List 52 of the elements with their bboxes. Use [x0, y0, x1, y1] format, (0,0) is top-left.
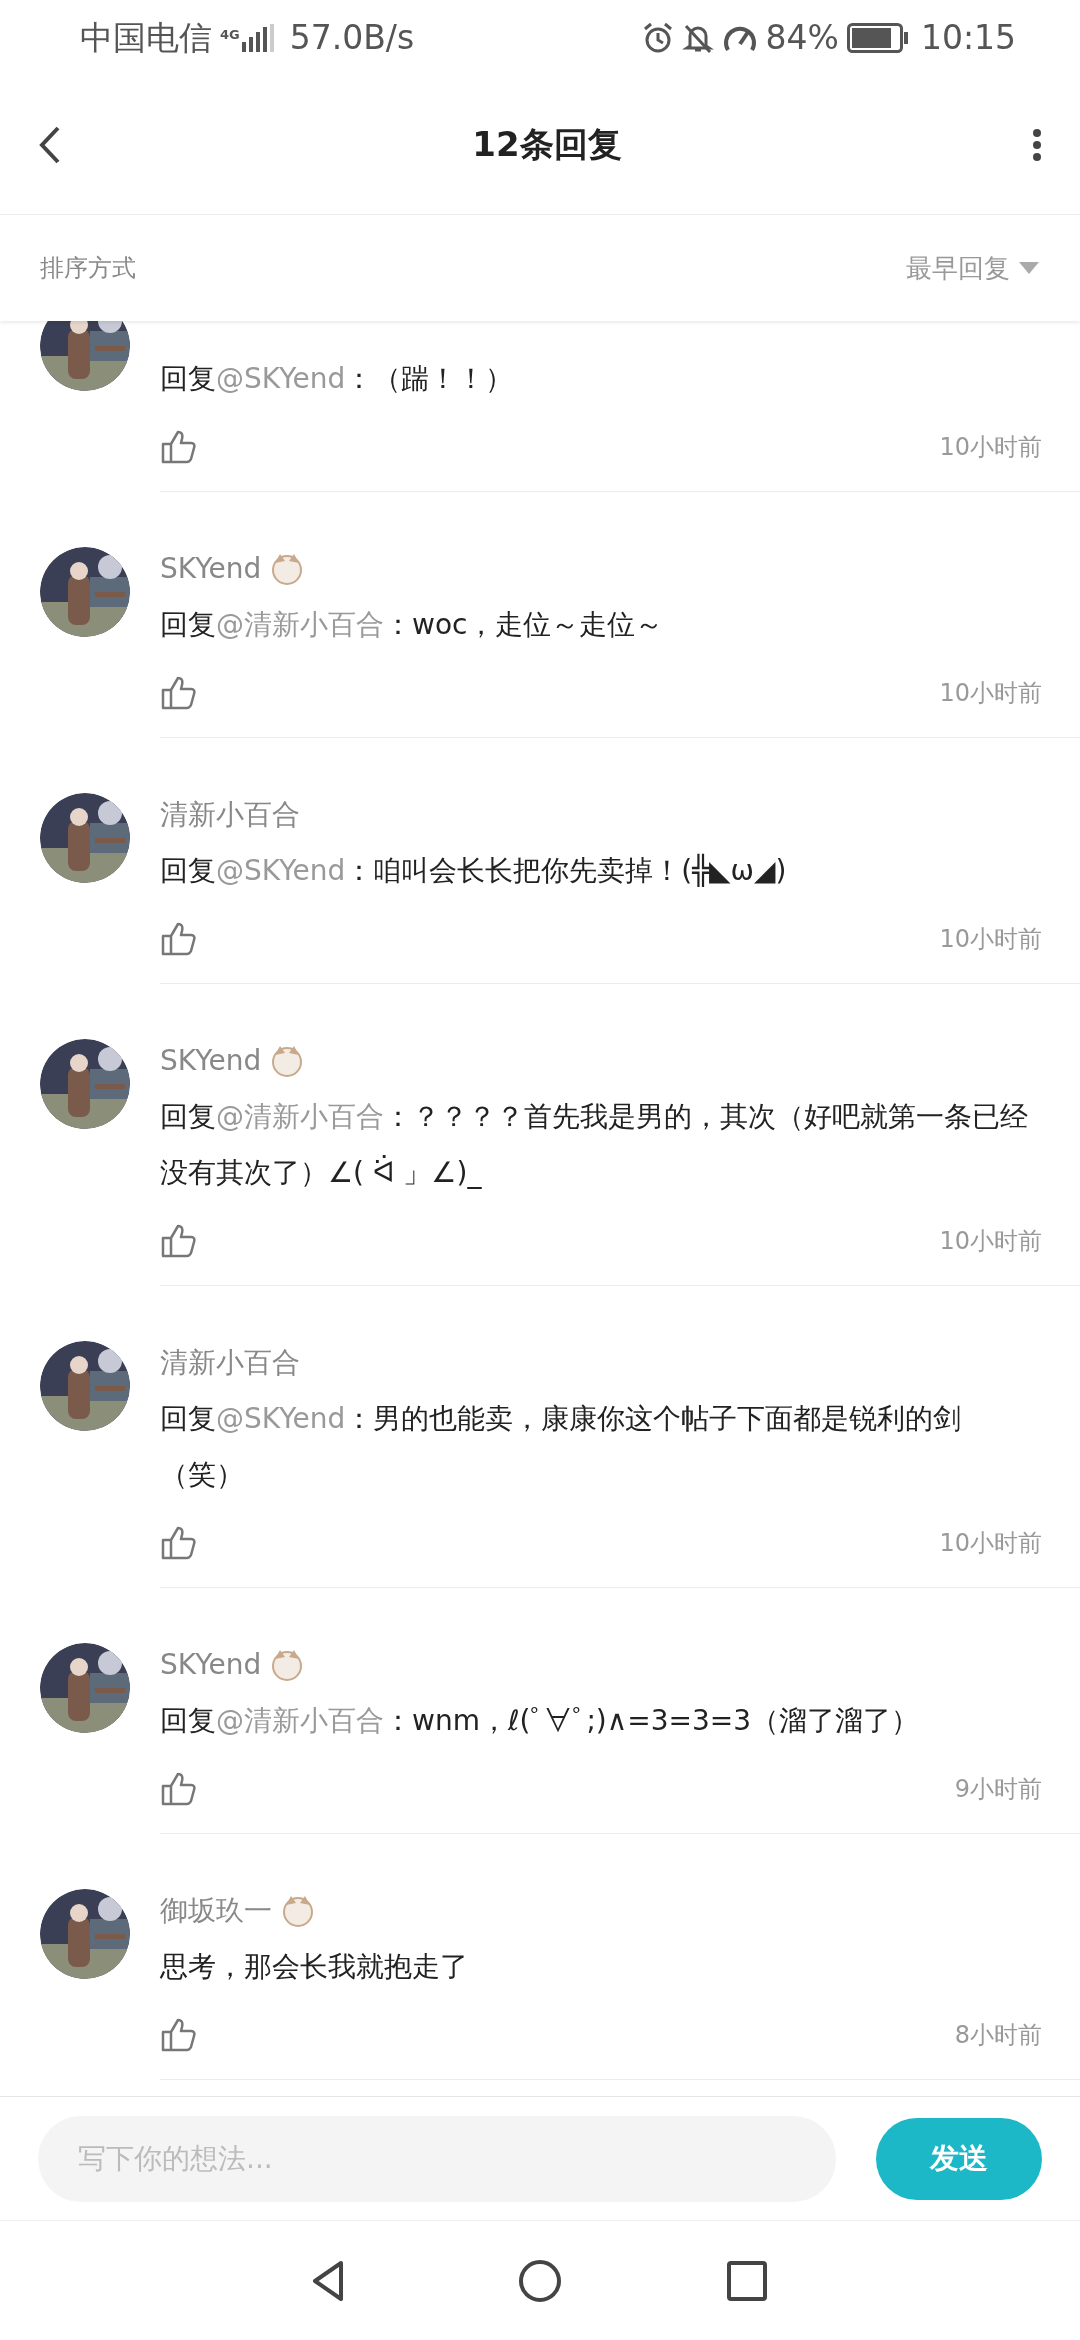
home-icon: [518, 2258, 562, 2303]
sort-dropdown[interactable]: 最早回复: [906, 248, 1040, 288]
send-button[interactable]: 发送: [876, 2117, 1042, 2200]
comment-text: 回复@SKYend：（踹！！）: [160, 361, 515, 397]
page-title: 12条回复: [472, 123, 622, 166]
like-button[interactable]: [160, 921, 196, 957]
network-type: 4G: [220, 27, 240, 41]
comment-time: 10小时前: [939, 1528, 1042, 1559]
author-name[interactable]: SKYend: [160, 1039, 262, 1083]
comment-text: 回复@清新小百合：wnm，ℓ(ﾟ∀ﾟ;)∧=3=3=3（溜了溜了）: [160, 1703, 921, 1739]
carrier-name: 中国电信: [80, 16, 212, 59]
recents-icon: [724, 2258, 769, 2303]
comment-time: 9小时前: [954, 1774, 1042, 1805]
like-button[interactable]: [160, 675, 196, 711]
author-name[interactable]: 清新小百合: [160, 793, 300, 837]
battery-percent: 84%: [765, 16, 839, 59]
comment-text: 思考，那会长我就抱走了: [160, 1949, 469, 1985]
battery-icon: [846, 22, 909, 53]
sort-label: 排序方式: [40, 253, 136, 284]
like-button[interactable]: [160, 2017, 196, 2053]
comment-text: 回复@SKYend：男的也能卖，康康你这个帖子下面都是锐利的剑（笑）: [160, 1401, 963, 1493]
comment-text: 回复@清新小百合：woc，走位～走位～: [160, 607, 665, 643]
author-name[interactable]: 清新小百合: [160, 1341, 300, 1385]
clock: 10:15: [920, 16, 1016, 59]
thumbs-up-icon: [160, 1223, 196, 1259]
comment-time: 10小时前: [939, 1226, 1042, 1257]
like-button[interactable]: [160, 1525, 196, 1561]
more-icon: [1032, 127, 1042, 162]
author-name[interactable]: SKYend: [160, 547, 262, 591]
author-name[interactable]: SKYend: [160, 1643, 262, 1687]
comment-time: 10小时前: [939, 924, 1042, 955]
comment-text: 回复@清新小百合：？？？？首先我是男的，其次（好吧就第一条已经没有其次了）∠( ᐛ 」∠)_: [160, 1099, 1029, 1191]
back-icon: [38, 124, 62, 165]
comment-time: 8小时前: [954, 2020, 1042, 2051]
comment-input[interactable]: 写下你的想法...: [38, 2115, 836, 2202]
thumbs-up-icon: [160, 1771, 196, 1807]
like-button[interactable]: [160, 1771, 196, 1807]
thumbs-up-icon: [160, 2017, 196, 2053]
network-speed: 57.0B/s: [289, 16, 415, 59]
like-button[interactable]: [160, 429, 196, 465]
signal-icon: [239, 23, 274, 52]
thumbs-up-icon: [160, 675, 196, 711]
comment-text: 回复@SKYend：咱叫会长长把你先卖掉！(╬◣ω◢): [160, 852, 788, 889]
comment-time: 10小时前: [939, 678, 1042, 709]
author-name[interactable]: 御坂玖一: [160, 1889, 272, 1933]
comment-time: 10小时前: [939, 432, 1042, 463]
thumbs-up-icon: [160, 1525, 196, 1561]
caret-icon: [1018, 261, 1040, 275]
thumbs-up-icon: [160, 429, 196, 465]
like-button[interactable]: [160, 1223, 196, 1259]
thumbs-up-icon: [160, 921, 196, 957]
alarm-icon: [641, 21, 674, 54]
